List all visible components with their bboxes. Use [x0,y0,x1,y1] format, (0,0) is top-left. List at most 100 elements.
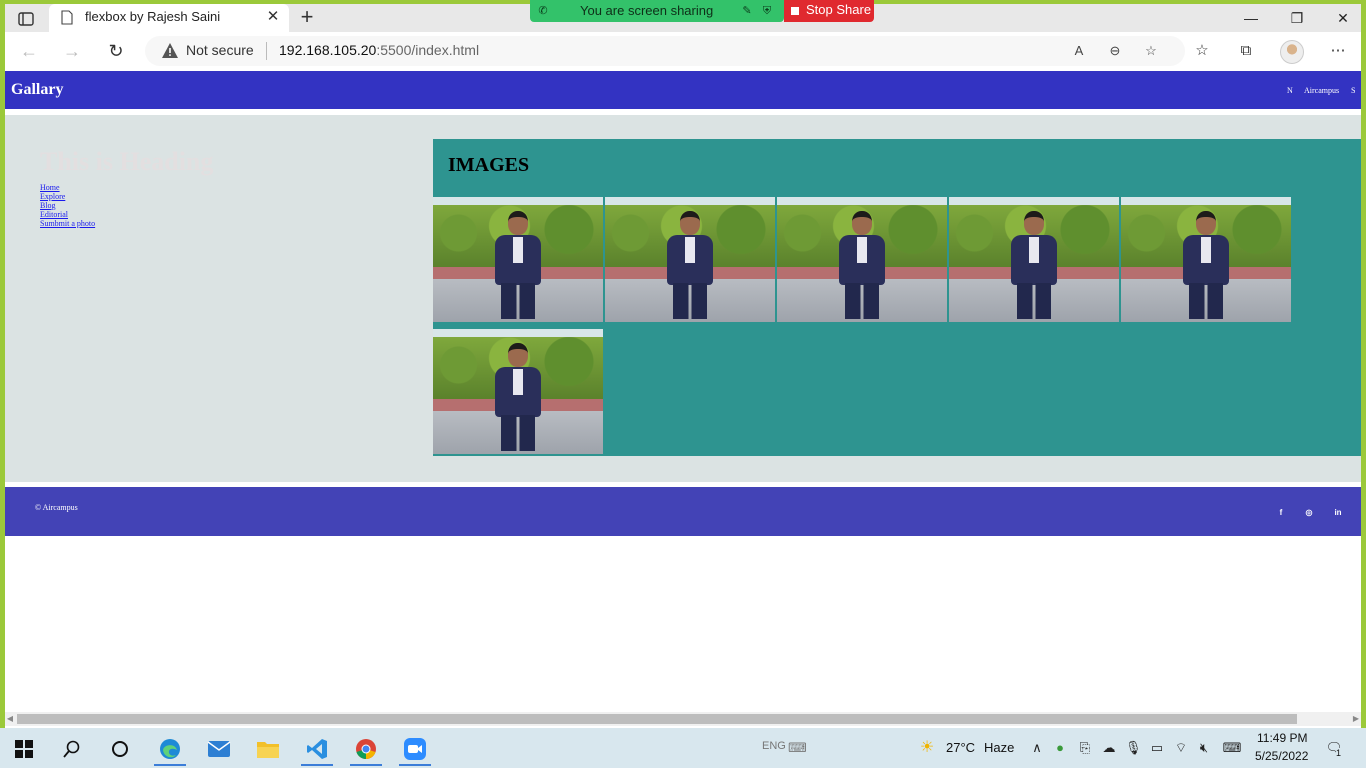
start-icon[interactable] [4,732,44,766]
meet-now-icon[interactable]: ⎘ [1077,740,1093,756]
gallery-photo[interactable] [949,197,1119,322]
nav-link-n[interactable]: N [1287,86,1293,95]
sidebar-link-explore[interactable]: Explore [40,192,95,201]
nav-link-aircampus[interactable]: Aircampus [1304,86,1339,95]
site-brand[interactable]: Gallary [11,81,63,99]
close-tab-icon[interactable]: ✕ [265,8,281,26]
site-footer: © Aircampus f ◎ in [5,487,1361,536]
tray-app-icon[interactable]: ● [1052,740,1068,756]
restore-button[interactable]: ❐ [1277,7,1317,29]
photo-person-shirt [513,369,523,395]
profile-avatar[interactable] [1280,40,1304,64]
clock-date[interactable]: 5/25/2022 [1255,749,1308,763]
zoom-icon[interactable] [395,732,435,766]
language-indicator[interactable]: ENG [762,740,786,752]
photo-person-head [1196,211,1216,235]
site-navbar: Gallary N Aircampus S [5,71,1361,109]
onedrive-icon[interactable]: ☁ [1101,740,1117,756]
search-icon[interactable] [52,732,92,766]
add-favorite-icon[interactable]: ☆ [1141,42,1161,60]
photo-person-shirt [857,237,867,263]
gallery-photo[interactable] [433,197,603,322]
mail-icon[interactable] [199,732,239,766]
main-content: This is Heading Home Explore Blog Editor… [5,115,1361,482]
photo-person-head [1024,211,1044,235]
new-tab-button[interactable]: + [295,6,319,30]
phone-icon: ✆ [538,5,548,17]
horizontal-scrollbar[interactable]: ◀ ▶ [5,712,1361,726]
sidebar-link-editorial[interactable]: Editorial [40,210,95,219]
window-frame-right [1361,0,1366,730]
photo-person-legs [1017,283,1051,319]
edge-icon[interactable] [150,732,190,766]
url-text[interactable]: 192.168.105.20:5500/index.html [279,42,479,58]
web-page-viewport: Gallary N Aircampus S This is Heading Ho… [5,70,1361,712]
clock-time[interactable]: 11:49 PM [1257,731,1307,745]
images-panel: IMAGES [433,139,1361,456]
favorites-icon[interactable]: ☆ [1191,40,1213,62]
wifi-icon[interactable]: ⌔ [1173,740,1189,756]
photo-person-shirt [513,237,523,263]
security-label[interactable]: Not secure [186,42,254,58]
file-explorer-icon[interactable] [248,732,288,766]
scrollbar-thumb[interactable] [17,714,1297,724]
back-icon[interactable]: ← [17,39,41,63]
weather-temperature[interactable]: 27°C [946,740,975,755]
sidebar-link-blog[interactable]: Blog [40,201,95,210]
scroll-right-icon[interactable]: ▶ [1351,713,1361,725]
mic-muted-icon[interactable]: ✎ [740,4,754,18]
photo-person-head [508,211,528,235]
stop-share-button[interactable]: Stop Share [784,0,874,22]
warning-icon[interactable] [161,42,179,60]
tab-actions-icon[interactable] [15,9,37,29]
chrome-icon[interactable] [346,732,386,766]
stop-icon [791,7,799,15]
weather-icon[interactable]: ☀ [916,740,938,756]
url-path: :5500/index.html [376,42,480,58]
weather-condition[interactable]: Haze [984,740,1014,755]
more-icon[interactable]: ⋯ [1327,40,1349,62]
nav-link-s[interactable]: S [1351,86,1355,95]
refresh-icon[interactable]: ↻ [104,39,128,63]
address-separator [266,42,267,60]
close-window-button[interactable]: ✕ [1323,7,1363,29]
gallery-photo[interactable] [605,197,775,322]
instagram-icon[interactable]: ◎ [1303,507,1315,519]
photo-person-legs [501,415,535,451]
gallery-photo[interactable] [433,329,603,454]
linkedin-icon[interactable]: in [1332,507,1344,519]
keyboard-icon[interactable]: ⌨ [788,740,807,756]
zoom-out-icon[interactable]: ⊖ [1105,42,1125,60]
read-aloud-icon[interactable]: A︎ [1069,42,1089,60]
photo-person-shirt [685,237,695,263]
photo-person-legs [845,283,879,319]
browser-toolbar: ← → ↻ Not secure 192.168.105.20:5500/ind… [5,32,1361,70]
stop-share-label: Stop Share [806,2,872,17]
photo-person-legs [501,283,535,319]
task-view-icon[interactable] [100,732,140,766]
sidebar-link-submit-photo[interactable]: Sumbmit a photo [40,219,95,228]
browser-tab-active[interactable]: flexbox by Rajesh Saini ✕ [49,4,289,32]
scroll-left-icon[interactable]: ◀ [5,713,15,725]
battery-icon[interactable]: ▭ [1149,740,1165,756]
forward-icon[interactable]: → [60,39,84,63]
windows-taskbar: ENG ⌨ ☀ 27°C Haze ∧ ● ⎘ ☁ 🎙︎ ▭ ⌔ 🔇︎ ⌨ 11… [0,728,1366,768]
minimize-button[interactable]: — [1231,7,1271,29]
gallery-photo[interactable] [1121,197,1291,322]
url-host: 192.168.105.20 [279,42,377,58]
tab-title: flexbox by Rajesh Saini [85,9,221,24]
gallery-photo[interactable] [777,197,947,322]
vscode-icon[interactable] [297,732,337,766]
sidebar-heading: This is Heading [40,147,214,176]
page-file-icon [61,10,75,26]
images-title: IMAGES [448,154,530,176]
photo-person-legs [673,283,707,319]
volume-muted-icon[interactable]: 🔇︎ [1196,740,1212,756]
keyboard-layout-icon[interactable]: ⌨ [1221,740,1243,756]
microphone-icon[interactable]: 🎙︎ [1125,740,1142,756]
address-bar[interactable]: Not secure 192.168.105.20:5500/index.htm… [145,36,1185,66]
chevron-up-icon[interactable]: ∧ [1029,740,1045,756]
sidebar-link-home[interactable]: Home [40,183,95,192]
facebook-icon[interactable]: f [1275,507,1287,519]
collections-icon[interactable]: ⧉ [1235,40,1257,62]
